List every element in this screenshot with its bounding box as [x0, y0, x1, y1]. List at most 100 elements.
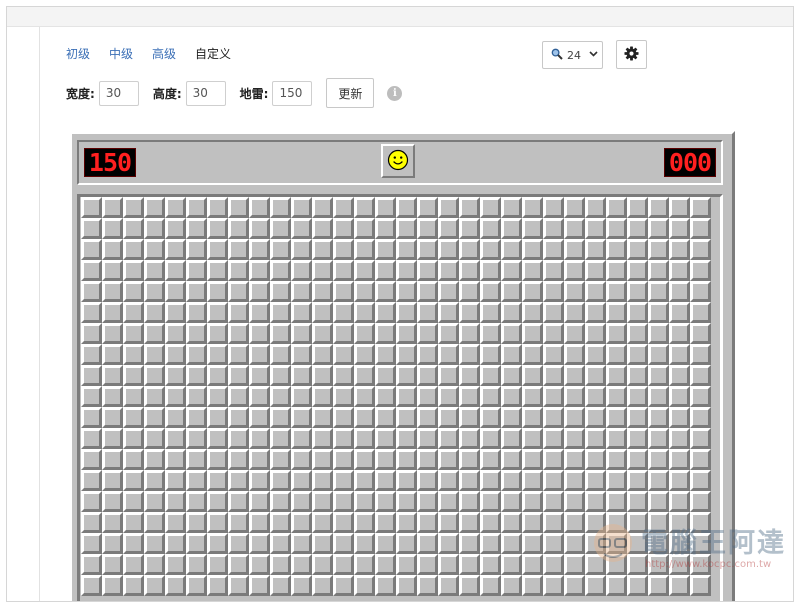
- mine-cell[interactable]: [417, 239, 438, 260]
- mine-cell[interactable]: [564, 323, 585, 344]
- mine-cell[interactable]: [480, 470, 501, 491]
- mine-cell[interactable]: [81, 428, 102, 449]
- mine-cell[interactable]: [543, 344, 564, 365]
- mine-cell[interactable]: [102, 533, 123, 554]
- mine-cell[interactable]: [375, 281, 396, 302]
- mine-cell[interactable]: [669, 428, 690, 449]
- mine-cell[interactable]: [669, 302, 690, 323]
- mine-cell[interactable]: [186, 260, 207, 281]
- mine-cell[interactable]: [438, 365, 459, 386]
- mine-cell[interactable]: [144, 491, 165, 512]
- smiley-face-button[interactable]: [381, 144, 415, 178]
- mine-cell[interactable]: [228, 302, 249, 323]
- mine-cell[interactable]: [501, 218, 522, 239]
- mine-cell[interactable]: [102, 470, 123, 491]
- mine-cell[interactable]: [123, 491, 144, 512]
- mine-cell[interactable]: [396, 386, 417, 407]
- mine-cell[interactable]: [522, 365, 543, 386]
- mine-cell[interactable]: [144, 239, 165, 260]
- mine-cell[interactable]: [249, 386, 270, 407]
- mine-cell[interactable]: [375, 260, 396, 281]
- mine-cell[interactable]: [669, 344, 690, 365]
- mine-cell[interactable]: [207, 218, 228, 239]
- mine-cell[interactable]: [165, 323, 186, 344]
- mine-cell[interactable]: [375, 470, 396, 491]
- mine-cell[interactable]: [291, 533, 312, 554]
- zoom-select[interactable]: 24: [542, 41, 603, 69]
- mine-cell[interactable]: [144, 260, 165, 281]
- mine-cell[interactable]: [627, 323, 648, 344]
- mine-cell[interactable]: [270, 512, 291, 533]
- mine-cell[interactable]: [501, 239, 522, 260]
- mine-cell[interactable]: [417, 197, 438, 218]
- mine-cell[interactable]: [81, 260, 102, 281]
- mine-cell[interactable]: [480, 365, 501, 386]
- mine-cell[interactable]: [648, 218, 669, 239]
- mine-cell[interactable]: [291, 218, 312, 239]
- mine-cell[interactable]: [459, 197, 480, 218]
- mine-cell[interactable]: [627, 218, 648, 239]
- mine-cell[interactable]: [564, 575, 585, 596]
- mine-cell[interactable]: [669, 470, 690, 491]
- mine-cell[interactable]: [396, 470, 417, 491]
- mine-cell[interactable]: [606, 575, 627, 596]
- mine-cell[interactable]: [144, 281, 165, 302]
- mine-cell[interactable]: [543, 533, 564, 554]
- mine-cell[interactable]: [501, 512, 522, 533]
- mine-cell[interactable]: [123, 407, 144, 428]
- mine-cell[interactable]: [438, 281, 459, 302]
- mine-cell[interactable]: [312, 533, 333, 554]
- mine-cell[interactable]: [228, 407, 249, 428]
- mine-cell[interactable]: [228, 428, 249, 449]
- mine-cell[interactable]: [186, 575, 207, 596]
- mine-cell[interactable]: [354, 470, 375, 491]
- mine-cell[interactable]: [291, 281, 312, 302]
- mines-input[interactable]: [272, 80, 313, 106]
- mine-cell[interactable]: [606, 533, 627, 554]
- mine-cell[interactable]: [165, 575, 186, 596]
- mine-cell[interactable]: [564, 470, 585, 491]
- mine-cell[interactable]: [312, 386, 333, 407]
- mine-cell[interactable]: [249, 302, 270, 323]
- mine-cell[interactable]: [312, 260, 333, 281]
- mine-cell[interactable]: [81, 344, 102, 365]
- mine-cell[interactable]: [144, 386, 165, 407]
- mine-cell[interactable]: [312, 344, 333, 365]
- mine-cell[interactable]: [291, 260, 312, 281]
- mine-cell[interactable]: [291, 449, 312, 470]
- mine-cell[interactable]: [438, 239, 459, 260]
- mine-cell[interactable]: [207, 428, 228, 449]
- mine-cell[interactable]: [417, 554, 438, 575]
- level-beginner-link[interactable]: 初级: [66, 45, 90, 62]
- mine-cell[interactable]: [81, 512, 102, 533]
- mine-cell[interactable]: [627, 428, 648, 449]
- mine-cell[interactable]: [249, 365, 270, 386]
- mine-cell[interactable]: [165, 512, 186, 533]
- mine-cell[interactable]: [333, 575, 354, 596]
- mine-cell[interactable]: [501, 323, 522, 344]
- mine-cell[interactable]: [417, 512, 438, 533]
- mine-cell[interactable]: [438, 344, 459, 365]
- mine-cell[interactable]: [333, 407, 354, 428]
- mine-cell[interactable]: [123, 533, 144, 554]
- mine-cell[interactable]: [585, 239, 606, 260]
- mine-cell[interactable]: [228, 323, 249, 344]
- mine-cell[interactable]: [81, 533, 102, 554]
- mine-cell[interactable]: [459, 281, 480, 302]
- mine-cell[interactable]: [375, 554, 396, 575]
- mine-cell[interactable]: [585, 449, 606, 470]
- mine-cell[interactable]: [690, 344, 711, 365]
- mine-cell[interactable]: [522, 323, 543, 344]
- mine-cell[interactable]: [165, 281, 186, 302]
- mine-cell[interactable]: [186, 491, 207, 512]
- mine-cell[interactable]: [228, 365, 249, 386]
- mine-cell[interactable]: [375, 533, 396, 554]
- mine-cell[interactable]: [564, 260, 585, 281]
- mine-cell[interactable]: [543, 239, 564, 260]
- mine-cell[interactable]: [228, 197, 249, 218]
- mine-cell[interactable]: [396, 554, 417, 575]
- mine-cell[interactable]: [564, 554, 585, 575]
- mine-cell[interactable]: [648, 407, 669, 428]
- mine-cell[interactable]: [396, 344, 417, 365]
- mine-cell[interactable]: [564, 386, 585, 407]
